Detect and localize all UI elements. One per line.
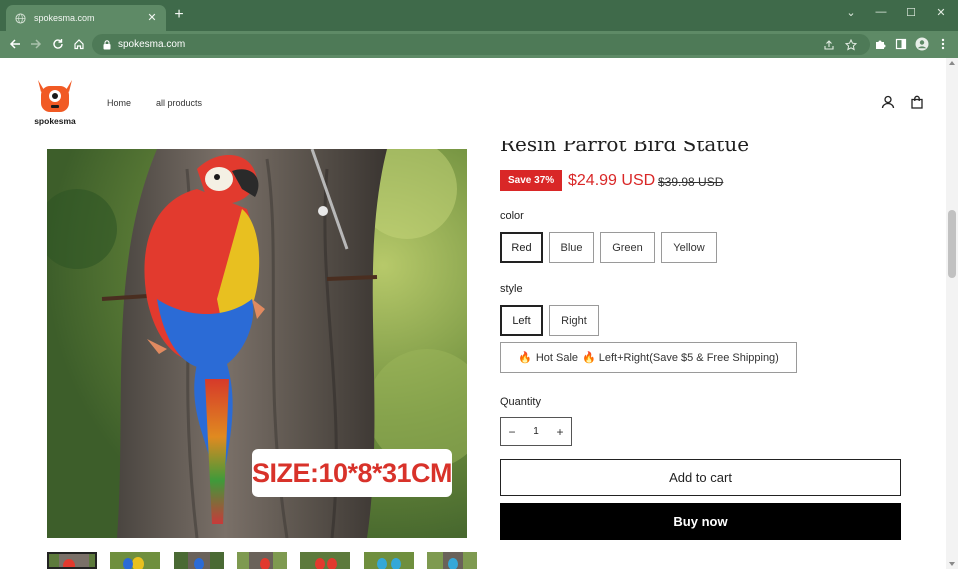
thumbnail-strip bbox=[47, 552, 477, 569]
style-option-label: style bbox=[500, 283, 523, 295]
bundle-hot-sale-label: Hot Sale bbox=[535, 351, 579, 364]
fire-icon: 🔥 bbox=[518, 352, 532, 364]
fire-icon: 🔥 bbox=[582, 352, 596, 364]
thumbnail[interactable] bbox=[47, 552, 97, 569]
minimize-icon[interactable]: — bbox=[866, 0, 896, 24]
color-option-blue[interactable]: Blue bbox=[549, 232, 594, 263]
chevron-down-icon[interactable]: ⌄ bbox=[836, 0, 866, 24]
side-panel-icon[interactable] bbox=[893, 36, 909, 52]
color-option-green[interactable]: Green bbox=[600, 232, 655, 263]
url-text: spokesma.com bbox=[118, 39, 186, 50]
monster-logo-icon bbox=[38, 80, 72, 112]
thumbnail[interactable] bbox=[237, 552, 287, 569]
sale-price: $24.99 USD bbox=[568, 172, 656, 189]
browser-toolbar: spokesma.com bbox=[0, 31, 958, 58]
buy-now-button[interactable]: Buy now bbox=[500, 503, 901, 540]
extensions-puzzle-icon[interactable] bbox=[872, 36, 888, 52]
scroll-down-arrow-icon[interactable] bbox=[949, 562, 955, 566]
thumbnail[interactable] bbox=[110, 552, 160, 569]
address-bar[interactable]: spokesma.com bbox=[92, 34, 870, 55]
thumbnail[interactable] bbox=[174, 552, 224, 569]
nav-link-all-products[interactable]: all products bbox=[156, 98, 202, 108]
scrollbar-thumb[interactable] bbox=[948, 210, 956, 278]
browser-tab[interactable]: spokesma.com ✕ bbox=[6, 5, 166, 31]
thumbnail[interactable] bbox=[300, 552, 350, 569]
logo-text: spokesma bbox=[34, 116, 76, 126]
cart-bag-icon[interactable] bbox=[908, 93, 926, 111]
globe-icon bbox=[14, 12, 26, 24]
header-background bbox=[470, 118, 946, 141]
home-icon[interactable] bbox=[71, 36, 87, 52]
color-option-yellow[interactable]: Yellow bbox=[661, 232, 717, 263]
image-size-caption: SIZE:10*8*31CM bbox=[252, 449, 453, 497]
scroll-up-arrow-icon[interactable] bbox=[949, 61, 955, 65]
window-close-icon[interactable]: ✕ bbox=[926, 0, 956, 24]
quantity-increase-button[interactable]: + bbox=[549, 425, 571, 439]
back-arrow-icon[interactable] bbox=[7, 36, 23, 52]
sale-badge: Save 37% bbox=[500, 170, 563, 191]
nav-link-home[interactable]: Home bbox=[107, 98, 131, 108]
more-menu-icon[interactable] bbox=[935, 36, 951, 52]
maximize-icon[interactable]: ☐ bbox=[896, 0, 926, 24]
quantity-label: Quantity bbox=[500, 396, 541, 408]
tab-title: spokesma.com bbox=[34, 13, 95, 23]
site-logo[interactable]: spokesma bbox=[32, 76, 78, 128]
browser-tab-bar: spokesma.com ✕ + ⌄ — ☐ ✕ bbox=[0, 0, 958, 31]
quantity-stepper: − 1 + bbox=[500, 417, 572, 446]
compare-price: $39.98 USD bbox=[658, 175, 724, 189]
new-tab-plus-icon[interactable]: + bbox=[172, 7, 186, 23]
color-option-red[interactable]: Red bbox=[500, 232, 543, 263]
forward-arrow-icon[interactable] bbox=[28, 36, 44, 52]
thumbnail[interactable] bbox=[427, 552, 477, 569]
page-scrollbar[interactable] bbox=[946, 58, 958, 569]
style-option-bundle[interactable]: 🔥 Hot Sale 🔥 Left+Right(Save $5 & Free S… bbox=[500, 342, 797, 373]
share-icon[interactable] bbox=[822, 38, 836, 52]
style-option-left[interactable]: Left bbox=[500, 305, 543, 336]
reload-icon[interactable] bbox=[50, 36, 66, 52]
quantity-input[interactable]: 1 bbox=[523, 426, 549, 437]
add-to-cart-button[interactable]: Add to cart bbox=[500, 459, 901, 496]
style-option-right[interactable]: Right bbox=[549, 305, 599, 336]
bundle-offer-text: Left+Right(Save $5 & Free Shipping) bbox=[598, 351, 779, 364]
thumbnail[interactable] bbox=[364, 552, 414, 569]
color-option-label: color bbox=[500, 210, 524, 222]
product-main-image[interactable]: SIZE:10*8*31CM bbox=[47, 149, 467, 538]
star-bookmark-icon[interactable] bbox=[844, 38, 858, 52]
account-icon[interactable] bbox=[879, 93, 897, 111]
web-page: spokesma Home all products Resin Parrot … bbox=[0, 58, 946, 569]
close-icon[interactable]: ✕ bbox=[146, 12, 158, 24]
profile-avatar-icon[interactable] bbox=[914, 36, 930, 52]
quantity-decrease-button[interactable]: − bbox=[501, 425, 523, 439]
lock-icon[interactable] bbox=[102, 39, 112, 50]
